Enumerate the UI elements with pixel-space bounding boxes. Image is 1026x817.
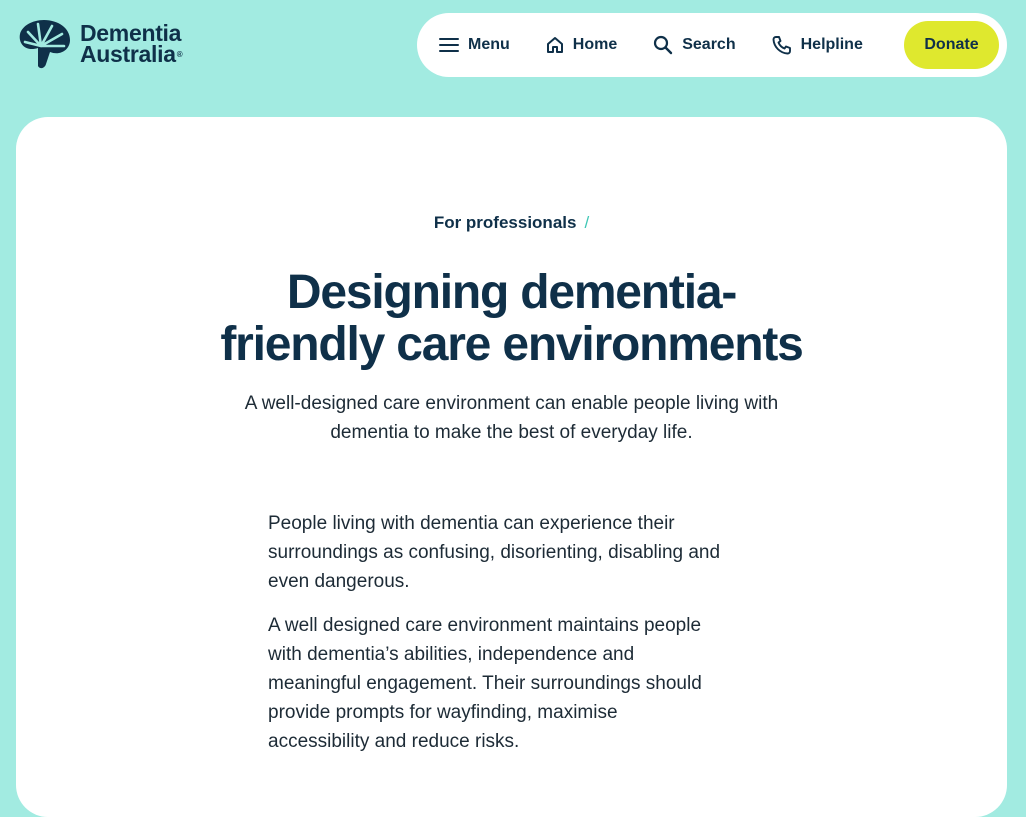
- nav-helpline-label: Helpline: [800, 36, 863, 53]
- paragraph-line: with dementia’s abilities, independence …: [268, 644, 635, 666]
- subtitle-line: A well-designed care environment can ena…: [244, 393, 779, 414]
- paragraph-line: accessibility and reduce risks.: [268, 730, 520, 752]
- nav-search[interactable]: Search: [653, 35, 736, 55]
- breadcrumb: For professionals /: [16, 213, 1007, 233]
- top-navigation: Menu Home Search Helpline Donate: [417, 13, 1007, 77]
- paragraph-line: People living with dementia can experien…: [268, 513, 675, 534]
- page-title-line: Designing dementia-: [286, 266, 737, 319]
- donate-button[interactable]: Donate: [904, 21, 999, 69]
- nav-menu[interactable]: Menu: [439, 36, 510, 54]
- paragraph: A well designed care environment maintai…: [268, 612, 768, 756]
- logo-line-2: Australia: [80, 41, 176, 67]
- nav-search-label: Search: [682, 36, 736, 53]
- subtitle-line: dementia to make the best of everyday li…: [330, 422, 693, 443]
- hamburger-menu-icon: [439, 38, 459, 52]
- nav-menu-label: Menu: [468, 36, 510, 53]
- breadcrumb-link-for-professionals[interactable]: For professionals: [434, 213, 577, 232]
- content-card: For professionals / Designing dementia- f…: [16, 117, 1007, 817]
- phone-icon: [772, 36, 791, 55]
- paragraph-line: meaningful engagement. Their surrounding…: [268, 672, 702, 694]
- page-subtitle: A well-designed care environment can ena…: [16, 389, 1007, 447]
- nav-home-label: Home: [572, 36, 618, 53]
- paragraph-line: surroundings as confusing, disorienting,…: [268, 541, 721, 563]
- breadcrumb-separator: /: [584, 213, 590, 232]
- nav-home[interactable]: Home: [546, 36, 617, 54]
- paragraph-line: A well designed care environment maintai…: [268, 615, 702, 637]
- search-icon: [654, 35, 673, 55]
- nav-helpline[interactable]: Helpline: [772, 35, 863, 55]
- article-body: People living with dementia can experien…: [268, 510, 768, 772]
- brain-tree-logo-icon: [19, 20, 71, 69]
- site-logo[interactable]: Dementia Australia®: [16, 18, 183, 70]
- paragraph-line: even dangerous.: [268, 570, 410, 592]
- page-title: Designing dementia- friendly care enviro…: [16, 267, 1007, 371]
- logo-wordmark: Dementia Australia®: [80, 22, 183, 67]
- registered-mark: ®: [176, 50, 183, 59]
- page-title-line: friendly care environments: [220, 318, 804, 371]
- paragraph-line: provide prompts for wayfinding, maximise: [268, 701, 618, 723]
- paragraph: People living with dementia can experien…: [268, 510, 768, 596]
- home-icon: [546, 37, 563, 53]
